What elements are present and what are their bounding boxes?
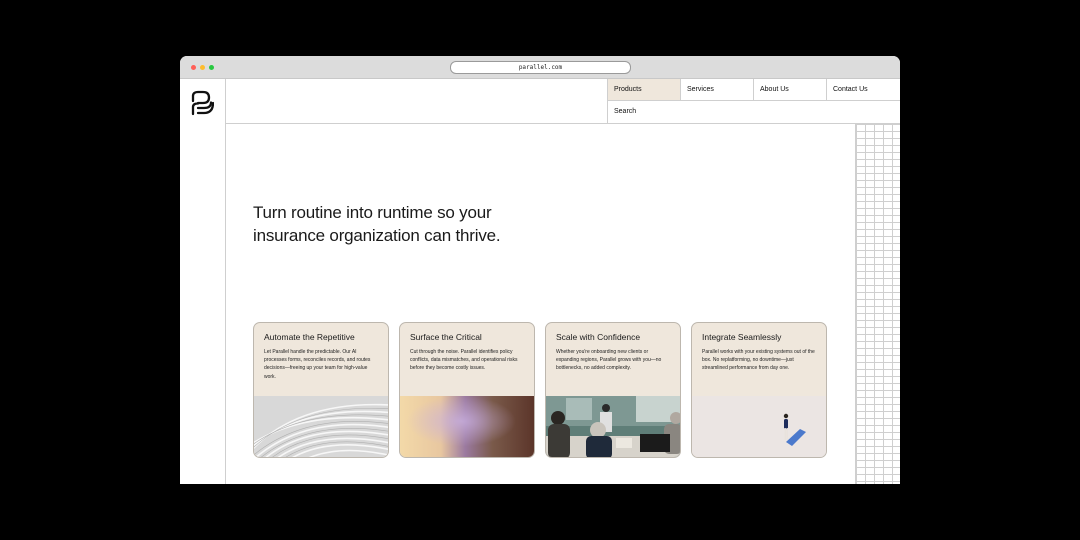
nav-item-contact-us[interactable]: Contact Us [827,79,900,101]
page-content: Products Services About Us Contact Us Se… [180,79,900,484]
maximize-window-icon[interactable] [209,65,214,70]
nav-search[interactable]: Search [608,101,900,123]
left-sidebar [180,79,226,484]
card-title: Automate the Repetitive [264,332,355,342]
card-title: Surface the Critical [410,332,482,342]
feature-card-integrate[interactable]: Integrate Seamlessly Parallel works with… [691,322,827,458]
decorative-grid [855,124,900,484]
gradient-blur-image [400,396,534,457]
nav-item-products[interactable]: Products [608,79,681,101]
address-bar[interactable]: parallel.com [450,61,631,74]
browser-window: parallel.com Products Services About Us … [180,56,900,484]
office-meeting-image [546,396,680,457]
feature-card-surface[interactable]: Surface the Critical Cut through the noi… [399,322,535,458]
hero-line-1: Turn routine into runtime so your [253,203,492,222]
feature-card-automate[interactable]: Automate the Repetitive Let Parallel han… [253,322,389,458]
nav-item-services[interactable]: Services [681,79,754,101]
card-text: Let Parallel handle the predictable. Our… [264,349,371,380]
top-navigation: Products Services About Us Contact Us Se… [607,79,900,123]
abstract-curves-image [254,396,388,457]
close-window-icon[interactable] [191,65,196,70]
card-text: Whether you're onboarding new clients or… [556,349,662,372]
browser-chrome: parallel.com [180,56,900,79]
minimize-window-icon[interactable] [200,65,205,70]
card-title: Scale with Confidence [556,332,641,342]
nav-item-about-us[interactable]: About Us [754,79,827,101]
hero-line-2: insurance organization can thrive. [253,226,501,245]
card-title: Integrate Seamlessly [702,332,782,342]
card-text: Parallel works with your existing system… [702,349,815,372]
person-shadow-image [692,396,826,457]
header-divider [226,123,900,124]
parallel-logo-icon[interactable] [190,89,214,119]
hero-headline: Turn routine into runtime so your insura… [253,201,573,247]
feature-card-scale[interactable]: Scale with Confidence Whether you're onb… [545,322,681,458]
card-text: Cut through the noise. Parallel identifi… [410,349,518,372]
